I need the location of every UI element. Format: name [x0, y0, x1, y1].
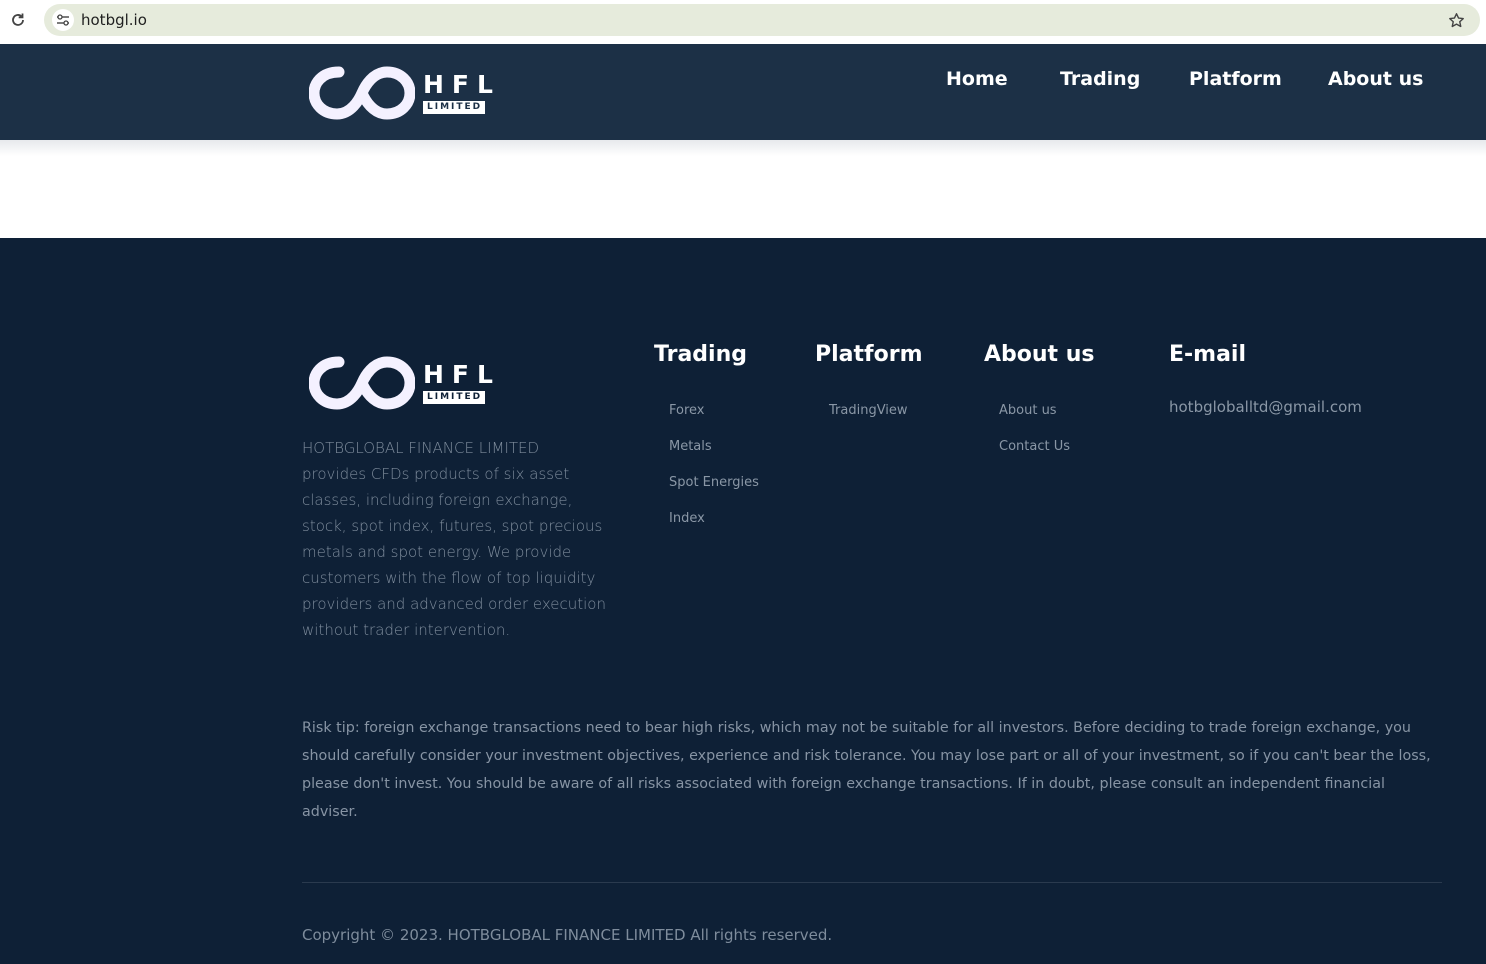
footer-link-metals[interactable]: Metals	[669, 439, 712, 454]
footer-heading-platform: Platform	[815, 342, 923, 367]
nav-home[interactable]: Home	[946, 68, 1008, 90]
infinity-logo-icon	[309, 66, 415, 120]
footer-heading-email: E-mail	[1169, 342, 1247, 367]
reload-icon[interactable]	[9, 11, 27, 29]
url-text[interactable]: hotbgl.io	[81, 11, 147, 29]
nav-about-us[interactable]: About us	[1328, 68, 1423, 90]
footer-link-index[interactable]: Index	[669, 511, 705, 526]
company-description: HOTBGLOBAL FINANCE LIMITED provides CFDs…	[302, 439, 606, 639]
nav-platform[interactable]: Platform	[1189, 68, 1282, 90]
footer-link-tradingview[interactable]: TradingView	[829, 403, 908, 418]
footer-link-spot-energies[interactable]: Spot Energies	[669, 475, 759, 490]
address-bar[interactable]: hotbgl.io	[44, 4, 1480, 36]
logo-subtext: LIMITED	[423, 101, 485, 114]
site-footer: HFL LIMITED HOTBGLOBAL FINANCE LIMITED p…	[0, 238, 1486, 964]
infinity-logo-icon	[309, 356, 415, 410]
footer-email-link[interactable]: hotbgloballtd@gmail.com	[1169, 398, 1362, 416]
site-header: HFL LIMITED Home Trading Platform About …	[0, 44, 1486, 140]
footer-link-contact-us[interactable]: Contact Us	[999, 439, 1070, 454]
copyright-text: Copyright © 2023. HOTBGLOBAL FINANCE LIM…	[302, 926, 833, 944]
footer-divider	[302, 882, 1442, 883]
browser-toolbar: hotbgl.io	[0, 0, 1486, 44]
footer-heading-trading: Trading	[654, 342, 747, 367]
logo-text: HFL	[423, 360, 501, 389]
logo-subtext: LIMITED	[423, 391, 485, 404]
site-info-icon[interactable]	[52, 9, 74, 31]
footer-logo[interactable]: HFL LIMITED	[309, 354, 501, 412]
nav-trading[interactable]: Trading	[1060, 68, 1140, 90]
footer-heading-about-us: About us	[984, 342, 1095, 367]
risk-tip: Risk tip: foreign exchange transactions …	[302, 720, 1431, 820]
footer-link-forex[interactable]: Forex	[669, 403, 705, 418]
content-area	[0, 140, 1486, 238]
bookmark-star-icon[interactable]	[1446, 10, 1466, 30]
header-logo[interactable]: HFL LIMITED	[309, 64, 501, 122]
footer-link-about-us[interactable]: About us	[999, 403, 1057, 418]
logo-text: HFL	[423, 70, 501, 99]
